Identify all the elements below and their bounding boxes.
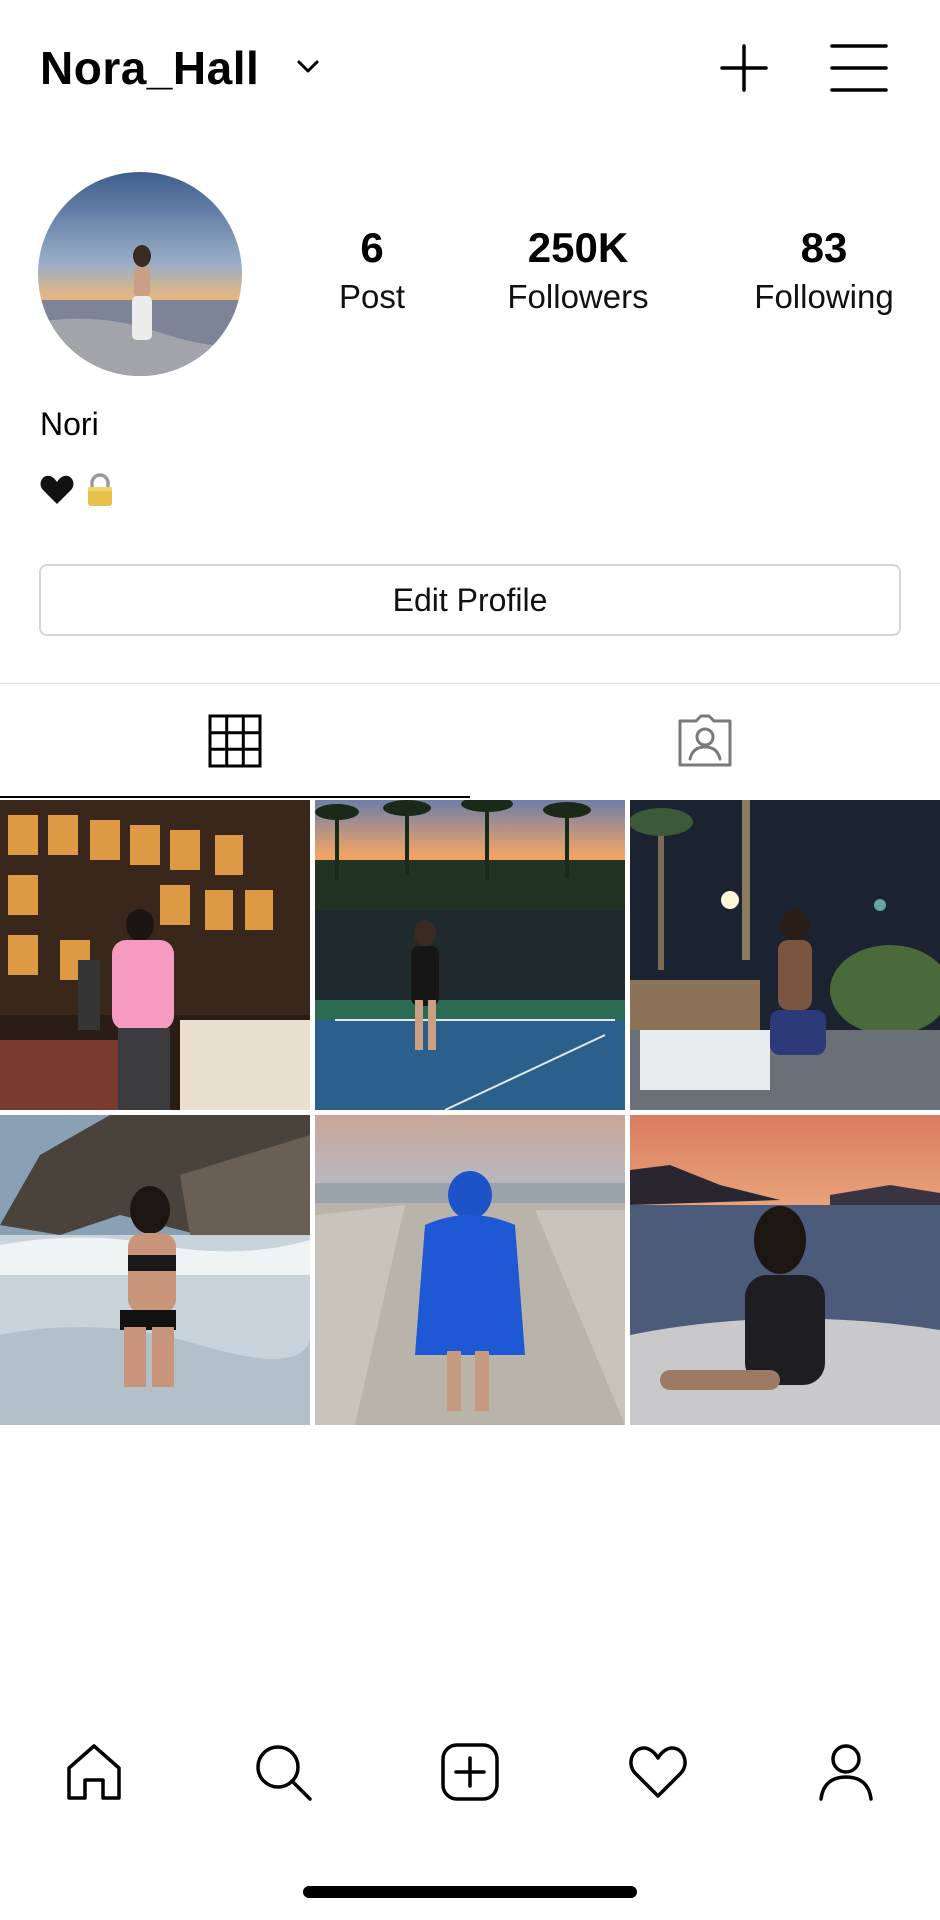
search-icon — [256, 1745, 312, 1801]
stat-following-label: Following — [754, 278, 894, 315]
post-tile[interactable] — [630, 800, 940, 1110]
post-image — [315, 1115, 625, 1425]
nav-search[interactable] — [243, 1732, 323, 1812]
create-icon — [441, 1743, 499, 1801]
tab-grid[interactable] — [0, 684, 470, 798]
stat-following[interactable]: 83 Following — [734, 222, 914, 320]
heart-icon — [629, 1746, 687, 1798]
post-image — [630, 1115, 940, 1425]
profile-header: Nora_Hall — [0, 0, 940, 135]
nav-create[interactable] — [430, 1732, 510, 1812]
stat-posts-value: 6 — [360, 224, 384, 271]
avatar-photo — [38, 172, 242, 376]
post-image — [0, 800, 310, 1110]
avatar[interactable] — [38, 172, 242, 376]
stat-followers-label: Followers — [507, 278, 649, 315]
post-tile[interactable] — [315, 1115, 625, 1425]
tagged-icon — [678, 714, 732, 767]
new-post-icon[interactable] — [716, 40, 772, 96]
menu-icon[interactable] — [828, 40, 890, 96]
stat-following-value: 83 — [800, 224, 848, 271]
nav-activity[interactable] — [618, 1732, 698, 1812]
grid-icon — [208, 714, 262, 768]
black-heart-icon — [40, 475, 74, 504]
bio — [40, 468, 116, 512]
nav-home[interactable] — [54, 1732, 134, 1812]
post-image — [630, 800, 940, 1110]
active-tab-indicator — [0, 796, 470, 798]
post-image — [315, 800, 625, 1110]
post-tile[interactable] — [315, 800, 625, 1110]
home-indicator — [303, 1886, 637, 1898]
lock-icon — [88, 473, 112, 506]
posts-grid — [0, 800, 940, 1425]
bottom-nav — [0, 1700, 940, 1840]
post-image — [0, 1115, 310, 1425]
nav-profile[interactable] — [806, 1732, 886, 1812]
stat-posts-label: Post — [338, 278, 406, 315]
profile-icon — [819, 1744, 873, 1801]
edit-profile-button[interactable]: Edit Profile — [39, 564, 901, 636]
stat-followers-value: 250K — [527, 224, 629, 271]
post-tile[interactable] — [0, 800, 310, 1110]
stat-followers[interactable]: 250K Followers — [488, 222, 668, 320]
home-icon — [67, 1744, 121, 1800]
username[interactable]: Nora_Hall — [40, 38, 259, 98]
display-name: Nori — [40, 406, 99, 442]
tab-tagged[interactable] — [470, 684, 940, 798]
post-tile[interactable] — [0, 1115, 310, 1425]
post-tile[interactable] — [630, 1115, 940, 1425]
stat-posts[interactable]: 6 Post — [282, 222, 462, 320]
chevron-down-icon[interactable] — [293, 52, 323, 82]
